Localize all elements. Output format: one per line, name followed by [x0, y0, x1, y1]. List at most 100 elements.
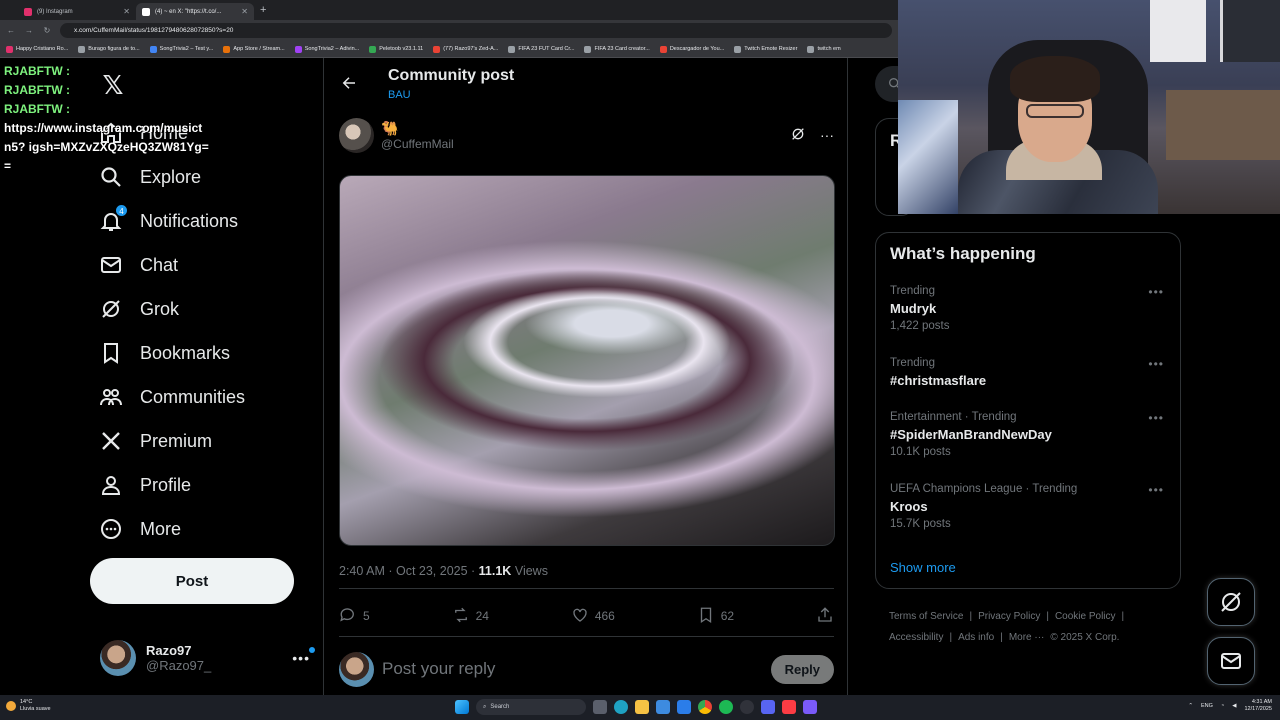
bookmark-item[interactable]: FIFA 23 FUT Card Cr... — [508, 45, 574, 53]
forward-nav-icon[interactable]: → — [24, 26, 34, 35]
photos-icon[interactable] — [656, 700, 670, 714]
share-action[interactable] — [816, 606, 834, 627]
browser-tabbar: (9) Instagram ✕ (4) ~ en X: "https://t.c… — [0, 0, 900, 20]
bookmark-item[interactable]: (77) Razo97's Zed-A... — [433, 45, 498, 53]
footer-link[interactable]: More ··· — [1009, 632, 1045, 643]
app-icon[interactable] — [803, 700, 817, 714]
trend-item[interactable]: UEFA Champions League · Trending Kroos 15.… — [890, 483, 1170, 530]
trend-name: #christmasflare — [890, 373, 987, 388]
trend-item[interactable]: Trending Mudryk 1,422 posts ••• — [890, 285, 1170, 332]
like-action[interactable]: 466 — [571, 606, 615, 627]
notification-badge: 4 — [115, 204, 128, 217]
grok-fab-button[interactable] — [1207, 578, 1255, 626]
post-button[interactable]: Post — [90, 558, 294, 604]
nav-item-chat[interactable]: Chat — [98, 248, 178, 282]
store-icon[interactable] — [677, 700, 691, 714]
task-view-icon[interactable] — [593, 700, 607, 714]
show-more-link[interactable]: Show more — [890, 560, 956, 575]
bookmark-item[interactable]: Peletoob v23.1.11 — [369, 45, 423, 53]
nav-item-profile[interactable]: Profile — [98, 468, 191, 502]
discord-icon[interactable] — [761, 700, 775, 714]
bookmark-item[interactable]: App Store / Stream... — [223, 45, 285, 53]
author-display-name[interactable]: 🐫 — [381, 120, 454, 137]
nav-item-premium[interactable]: Premium — [98, 424, 212, 458]
reply-icon — [339, 606, 357, 627]
search-icon: ⌕ — [483, 703, 487, 710]
bookmark-item[interactable]: twitch em — [807, 45, 841, 53]
whats-happening-panel: What’s happening Trending Mudryk 1,422 pos… — [875, 232, 1181, 589]
grok-icon[interactable] — [790, 126, 806, 145]
views-count: 11.1K — [478, 564, 512, 578]
bookmark-item[interactable]: Happy Cristiano Ro... — [6, 45, 68, 53]
community-link[interactable]: BAU — [388, 89, 411, 101]
footer-link[interactable]: Cookie Policy — [1055, 611, 1116, 622]
trend-context: Trending — [890, 285, 935, 297]
chrome-icon[interactable] — [698, 700, 712, 714]
bookmark-item[interactable]: FIFA 23 Card creator... — [584, 45, 650, 53]
author-handle[interactable]: @CuffemMail — [381, 137, 454, 151]
nav-item-notifications[interactable]: 4 Notifications — [98, 204, 238, 238]
post-more-icon[interactable]: ··· — [820, 127, 834, 143]
back-arrow-icon[interactable] — [340, 74, 358, 97]
bookmark-item[interactable]: Descargador de You... — [659, 45, 724, 53]
language-indicator[interactable]: ENG — [1201, 703, 1213, 709]
wifi-icon[interactable]: ◔ — [1221, 703, 1224, 709]
post-actions: 5 24 466 62 — [339, 604, 834, 628]
trend-item[interactable]: Trending #christmasflare ••• — [890, 357, 1170, 388]
trend-count: 10.1K posts — [890, 446, 951, 458]
taskbar-search[interactable]: ⌕ Search — [476, 699, 586, 715]
reply-input[interactable]: Post your reply — [382, 659, 495, 679]
music-icon[interactable] — [782, 700, 796, 714]
spotify-icon[interactable] — [719, 700, 733, 714]
chevron-up-icon[interactable]: ⌃ — [1188, 703, 1193, 709]
author-avatar[interactable] — [339, 117, 374, 153]
trend-more-icon[interactable]: ••• — [1148, 483, 1164, 497]
reply-action[interactable]: 5 — [339, 606, 370, 627]
trend-more-icon[interactable]: ••• — [1148, 357, 1164, 371]
trend-more-icon[interactable]: ••• — [1148, 411, 1164, 425]
close-tab-icon[interactable]: ✕ — [241, 7, 248, 16]
back-nav-icon[interactable]: ← — [6, 26, 16, 35]
post-timestamp[interactable]: 2:40 AM · Oct 23, 2025 · — [339, 564, 475, 578]
bookmark-item[interactable]: SongTrivia2 – Test y... — [149, 45, 213, 53]
nav-item-grok[interactable]: Grok — [98, 292, 179, 326]
footer-link[interactable]: Accessibility — [889, 632, 943, 643]
browser-tab-x[interactable]: (4) ~ en X: "https://t.co/... ✕ — [136, 3, 254, 20]
bookmark-item[interactable]: Twitch Emote Resizer — [734, 45, 797, 53]
footer-link[interactable]: © 2025 X Corp. — [1050, 632, 1119, 643]
obs-icon[interactable] — [740, 700, 754, 714]
url-field[interactable]: x.com/CuffemMail/status/1981279480628072… — [60, 23, 892, 38]
footer-link[interactable]: Terms of Service — [889, 611, 963, 622]
nav-item-bookmarks[interactable]: Bookmarks — [98, 336, 230, 370]
footer-link[interactable]: Ads info — [958, 632, 994, 643]
browser-tab-instagram[interactable]: (9) Instagram ✕ — [18, 3, 136, 20]
account-more-icon[interactable]: ••• — [292, 647, 315, 666]
edge-icon[interactable] — [614, 700, 628, 714]
messages-fab-button[interactable] — [1207, 637, 1255, 685]
footer-link[interactable]: Privacy Policy — [978, 611, 1040, 622]
account-switcher[interactable]: Razo97 @Razo97_ ••• — [100, 638, 315, 678]
clock[interactable]: 4:31 AM 12/17/2025 — [1244, 699, 1272, 713]
reload-icon[interactable]: ↻ — [42, 26, 52, 35]
volume-icon[interactable]: ◀ — [1232, 703, 1236, 709]
bookmark-item[interactable]: Burago figura de to... — [78, 45, 140, 53]
bookmark-favicon-icon — [433, 45, 441, 53]
close-tab-icon[interactable]: ✕ — [123, 7, 130, 16]
bookmark-action[interactable]: 62 — [697, 606, 734, 627]
repost-action[interactable]: 24 — [452, 606, 489, 627]
new-tab-icon[interactable]: + — [260, 4, 266, 16]
main-column: Community post BAU 🐫 @CuffemMail ··· 2:4… — [323, 58, 848, 695]
share-icon — [816, 606, 834, 627]
trend-item[interactable]: Entertainment · Trending #SpiderManBrandN… — [890, 411, 1170, 458]
footer-separator: | — [1000, 632, 1003, 643]
folder-icon[interactable] — [635, 700, 649, 714]
nav-item-more[interactable]: More — [98, 512, 181, 546]
nav-item-communities[interactable]: Communities — [98, 380, 245, 414]
weather-widget[interactable]: 14°C Lluvia suave — [6, 699, 51, 713]
post-media-image[interactable] — [339, 175, 835, 546]
trend-more-icon[interactable]: ••• — [1148, 285, 1164, 299]
start-icon[interactable] — [455, 700, 469, 714]
bookmark-item[interactable]: SongTrivia2 – Adivin... — [294, 45, 359, 53]
reply-button[interactable]: Reply — [770, 654, 834, 684]
nav-item-label: Profile — [140, 474, 192, 495]
